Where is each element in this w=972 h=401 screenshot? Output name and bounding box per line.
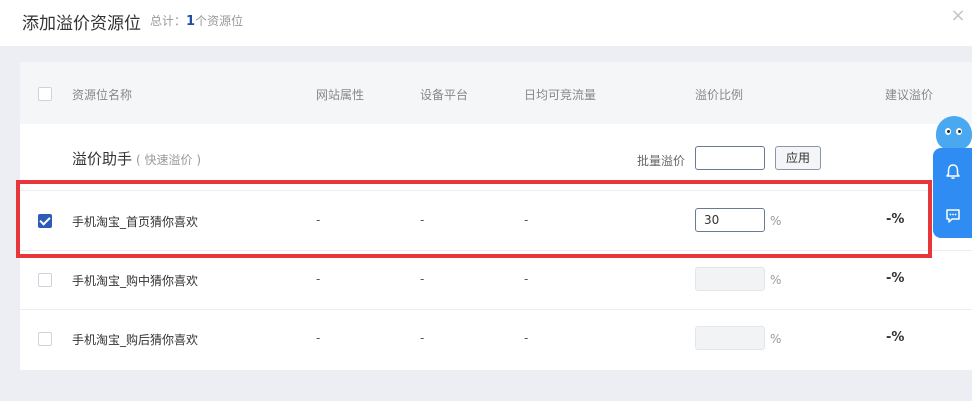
row-checkbox[interactable]: [38, 332, 52, 346]
close-icon[interactable]: ×: [948, 6, 968, 26]
premium-ratio-input[interactable]: 30: [695, 208, 765, 232]
row-traffic: -: [524, 272, 529, 286]
table-row: 手机淘宝_购后猜你喜欢 - - - % -%: [20, 310, 972, 368]
row-device: -: [420, 331, 425, 345]
row-traffic: -: [524, 331, 529, 345]
mascot-pupil: [958, 130, 961, 133]
row-checkbox[interactable]: [38, 273, 52, 287]
row-site: -: [316, 331, 321, 345]
table-header: 资源位名称 网站属性 设备平台 日均可竞流量 溢价比例 建议溢价: [20, 62, 972, 124]
percent-unit: %: [770, 273, 782, 287]
mascot-pupil: [947, 130, 950, 133]
col-device: 设备平台: [420, 88, 469, 102]
row-checkbox[interactable]: [38, 214, 52, 228]
percent-unit: %: [770, 214, 782, 228]
percent-unit: %: [770, 332, 782, 346]
mascot-eye: [956, 128, 962, 135]
suggested-premium: -%: [886, 212, 905, 227]
suggested-premium: -%: [886, 271, 905, 286]
total-summary: 总计：1个资源位: [150, 12, 243, 29]
col-ratio: 溢价比例: [695, 88, 744, 102]
table-row: 手机淘宝_购中猜你喜欢 - - - % -%: [20, 251, 972, 310]
mascot-eye: [945, 128, 951, 135]
helper-title-text: 溢价助手: [72, 150, 133, 168]
row-traffic: -: [524, 213, 529, 227]
total-label: 总计：: [150, 14, 187, 28]
mascot-icon[interactable]: [936, 116, 972, 150]
helper-subtitle: ( 快速溢价 ): [136, 153, 202, 167]
row-name: 手机淘宝_购后猜你喜欢: [72, 333, 199, 347]
premium-ratio-input[interactable]: [695, 326, 765, 350]
col-traffic: 日均可竞流量: [524, 88, 597, 102]
resource-table: 资源位名称 网站属性 设备平台 日均可竞流量 溢价比例 建议溢价 溢价助手( 快…: [20, 62, 972, 370]
premium-ratio-input[interactable]: [695, 267, 765, 291]
premium-helper-row: 溢价助手( 快速溢价 ) 批量溢价 应用: [20, 124, 972, 191]
dialog-title: 添加溢价资源位: [22, 14, 141, 34]
dialog-header: 添加溢价资源位 总计：1个资源位 ×: [0, 0, 972, 46]
select-all-checkbox[interactable]: [38, 87, 52, 101]
side-help-widget: [933, 148, 972, 238]
apply-button[interactable]: 应用: [775, 146, 821, 170]
table-row: 手机淘宝_首页猜你喜欢 - - - 30 % -%: [20, 192, 972, 251]
helper-title: 溢价助手( 快速溢价 ): [72, 148, 201, 169]
suggested-premium: -%: [886, 330, 905, 345]
row-site: -: [316, 272, 321, 286]
batch-premium-input[interactable]: [695, 146, 765, 170]
batch-premium-label: 批量溢价: [637, 154, 686, 168]
row-name: 手机淘宝_购中猜你喜欢: [72, 274, 199, 288]
total-count: 1: [186, 14, 196, 29]
total-suffix: 个资源位: [195, 14, 244, 28]
col-suggest: 建议溢价: [885, 88, 934, 102]
col-site: 网站属性: [316, 88, 365, 102]
row-device: -: [420, 272, 425, 286]
chat-icon[interactable]: [933, 194, 972, 238]
col-name: 资源位名称: [72, 88, 133, 102]
row-name: 手机淘宝_首页猜你喜欢: [72, 215, 199, 229]
row-device: -: [420, 213, 425, 227]
bell-icon[interactable]: [933, 150, 972, 194]
row-site: -: [316, 213, 321, 227]
